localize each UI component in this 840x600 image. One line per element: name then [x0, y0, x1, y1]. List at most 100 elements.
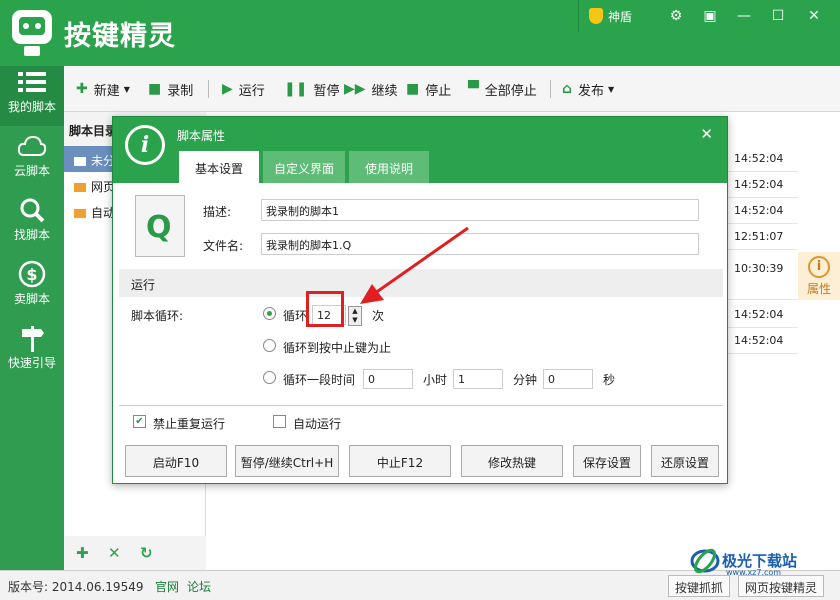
script-file-icon: Q	[135, 195, 185, 257]
no-repeat-label: 禁止重复运行	[153, 417, 226, 431]
toolbar: ✚ 新建 ▼ ■ 录制 ▶ 运行 ❚❚ 暂停 ▶▶ 继续 ■ 停止 ▀ 全部停止 ⌂ 发布 ▼	[64, 66, 840, 112]
filename-field[interactable]: 我录制的脚本1.Q	[261, 233, 699, 255]
dialog-title: 脚本属性	[177, 129, 226, 143]
chevron-down-icon: ▼	[123, 84, 130, 94]
menu-icon[interactable]: ▣	[700, 6, 720, 26]
dollar-icon: $	[0, 258, 64, 290]
fast-forward-icon: ▶▶	[344, 81, 366, 97]
minutes-input[interactable]: 1	[453, 369, 503, 389]
refresh-icon[interactable]: ↻	[140, 544, 153, 562]
loop-period-label: 循环一段时间	[283, 373, 356, 387]
record-label: 录制	[167, 83, 194, 99]
shield-button[interactable]: 神盾	[578, 0, 640, 32]
watermark-url: www.xz7.com	[726, 568, 782, 577]
add-icon[interactable]: ✚	[76, 544, 89, 562]
record-button[interactable]: ■ 录制	[148, 80, 194, 99]
publish-button[interactable]: ⌂ 发布 ▼	[562, 80, 615, 99]
red-arrow-annotation	[360, 226, 469, 304]
sidebar-item-sell[interactable]: $ 卖脚本	[0, 258, 64, 318]
official-site-link[interactable]: 官网	[155, 578, 179, 595]
loop-until-stop-label: 循环到按中止键为止	[283, 341, 392, 355]
save-settings-button[interactable]: 保存设置	[573, 445, 641, 477]
shield-label: 神盾	[608, 9, 633, 24]
publish-label: 发布	[578, 83, 605, 99]
info-icon: i	[808, 256, 830, 278]
close-icon[interactable]: ✕	[700, 125, 713, 143]
minimize-icon[interactable]: —	[734, 6, 754, 26]
new-button[interactable]: ✚ 新建 ▼	[76, 80, 130, 99]
run-label: 运行	[238, 83, 265, 99]
play-icon: ▶	[222, 81, 233, 97]
stop-button[interactable]: ■ 停止	[406, 80, 452, 99]
folder-icon	[74, 157, 86, 166]
loop-times-prefix: 循环	[283, 309, 308, 323]
sidebar-item-label: 卖脚本	[13, 292, 50, 306]
seconds-input[interactable]: 0	[543, 369, 593, 389]
camera-icon: ■	[148, 81, 162, 97]
stop-label: 停止	[425, 83, 452, 99]
forum-link[interactable]: 论坛	[187, 578, 211, 595]
description-label: 描述:	[203, 205, 232, 219]
description-field[interactable]: 我录制的脚本1	[261, 199, 699, 221]
shield-icon	[589, 8, 603, 24]
restore-settings-button[interactable]: 还原设置	[651, 445, 719, 477]
tab-custom-ui[interactable]: 自定义界面	[263, 151, 345, 183]
watermark-logo: 极光下载站 www.xz7.com	[690, 546, 840, 577]
tree-actions: ✚ ✕ ↻	[64, 536, 206, 570]
property-label: 属性	[806, 282, 831, 296]
robot-logo-icon	[12, 10, 52, 56]
start-button[interactable]: 启动F10	[125, 445, 227, 477]
tab-basic-settings[interactable]: 基本设置	[179, 151, 259, 183]
pause-continue-button[interactable]: 暂停/继续Ctrl+H	[235, 445, 339, 477]
hours-input[interactable]: 0	[363, 369, 413, 389]
modify-hotkey-button[interactable]: 修改热键	[461, 445, 563, 477]
property-button[interactable]: i 属性	[798, 252, 840, 300]
sidebar: 我的脚本 云脚本 找脚本 $ 卖脚本 快速引导	[0, 66, 64, 570]
settings-gear-icon[interactable]: ⚙	[666, 6, 686, 26]
sidebar-item-find[interactable]: 找脚本	[0, 194, 64, 254]
no-repeat-checkbox[interactable]: ✔	[133, 415, 146, 428]
pause-button[interactable]: ❚❚ 暂停	[284, 80, 340, 99]
pause-label: 暂停	[313, 83, 340, 99]
loop-times-radio[interactable]	[263, 307, 276, 320]
sidebar-item-label: 找脚本	[13, 228, 50, 242]
stop-all-label: 全部停止	[484, 83, 537, 99]
continue-label: 继续	[371, 83, 398, 99]
maximize-icon[interactable]: ☐	[768, 6, 788, 26]
loop-period-radio[interactable]	[263, 371, 276, 384]
pause-icon: ❚❚	[284, 81, 308, 97]
folder-icon	[74, 209, 86, 218]
toolbar-divider	[550, 80, 551, 98]
chevron-down-icon: ▼	[608, 84, 615, 94]
title-bar: 按键精灵 神盾 ⚙ ▣ — ☐ ✕	[0, 0, 840, 66]
stop-icon: ■	[406, 81, 420, 97]
close-icon[interactable]: ✕	[804, 6, 824, 26]
sidebar-item-guide[interactable]: 快速引导	[0, 322, 64, 382]
delete-icon[interactable]: ✕	[108, 544, 121, 562]
search-icon	[0, 194, 64, 226]
publish-icon: ⌂	[562, 81, 573, 97]
stop-button[interactable]: 中止F12	[349, 445, 451, 477]
time-cell: 14:52:04	[728, 302, 798, 328]
filename-label: 文件名:	[203, 239, 244, 253]
run-button[interactable]: ▶ 运行	[222, 80, 265, 99]
loop-label: 脚本循环:	[131, 309, 184, 323]
sidebar-item-my-scripts[interactable]: 我的脚本	[0, 66, 64, 126]
loop-until-stop-radio[interactable]	[263, 339, 276, 352]
toolbar-divider	[208, 80, 209, 98]
stop-all-icon: ▀	[468, 81, 479, 97]
auto-run-checkbox[interactable]	[273, 415, 286, 428]
watermark-icon	[690, 548, 720, 574]
info-icon: i	[125, 125, 165, 165]
folder-icon	[74, 183, 86, 192]
sidebar-item-label: 快速引导	[7, 356, 56, 370]
capture-tool-button[interactable]: 按键抓抓	[668, 575, 731, 597]
tab-usage[interactable]: 使用说明	[349, 151, 429, 183]
web-sprite-button[interactable]: 网页按键精灵	[738, 575, 825, 597]
highlight-box	[306, 291, 344, 327]
continue-button[interactable]: ▶▶ 继续	[344, 80, 398, 99]
app-title: 按键精灵	[64, 21, 176, 52]
stop-all-button[interactable]: ▀ 全部停止	[468, 80, 537, 99]
sidebar-item-cloud[interactable]: 云脚本	[0, 130, 64, 190]
plus-icon: ✚	[76, 81, 88, 97]
